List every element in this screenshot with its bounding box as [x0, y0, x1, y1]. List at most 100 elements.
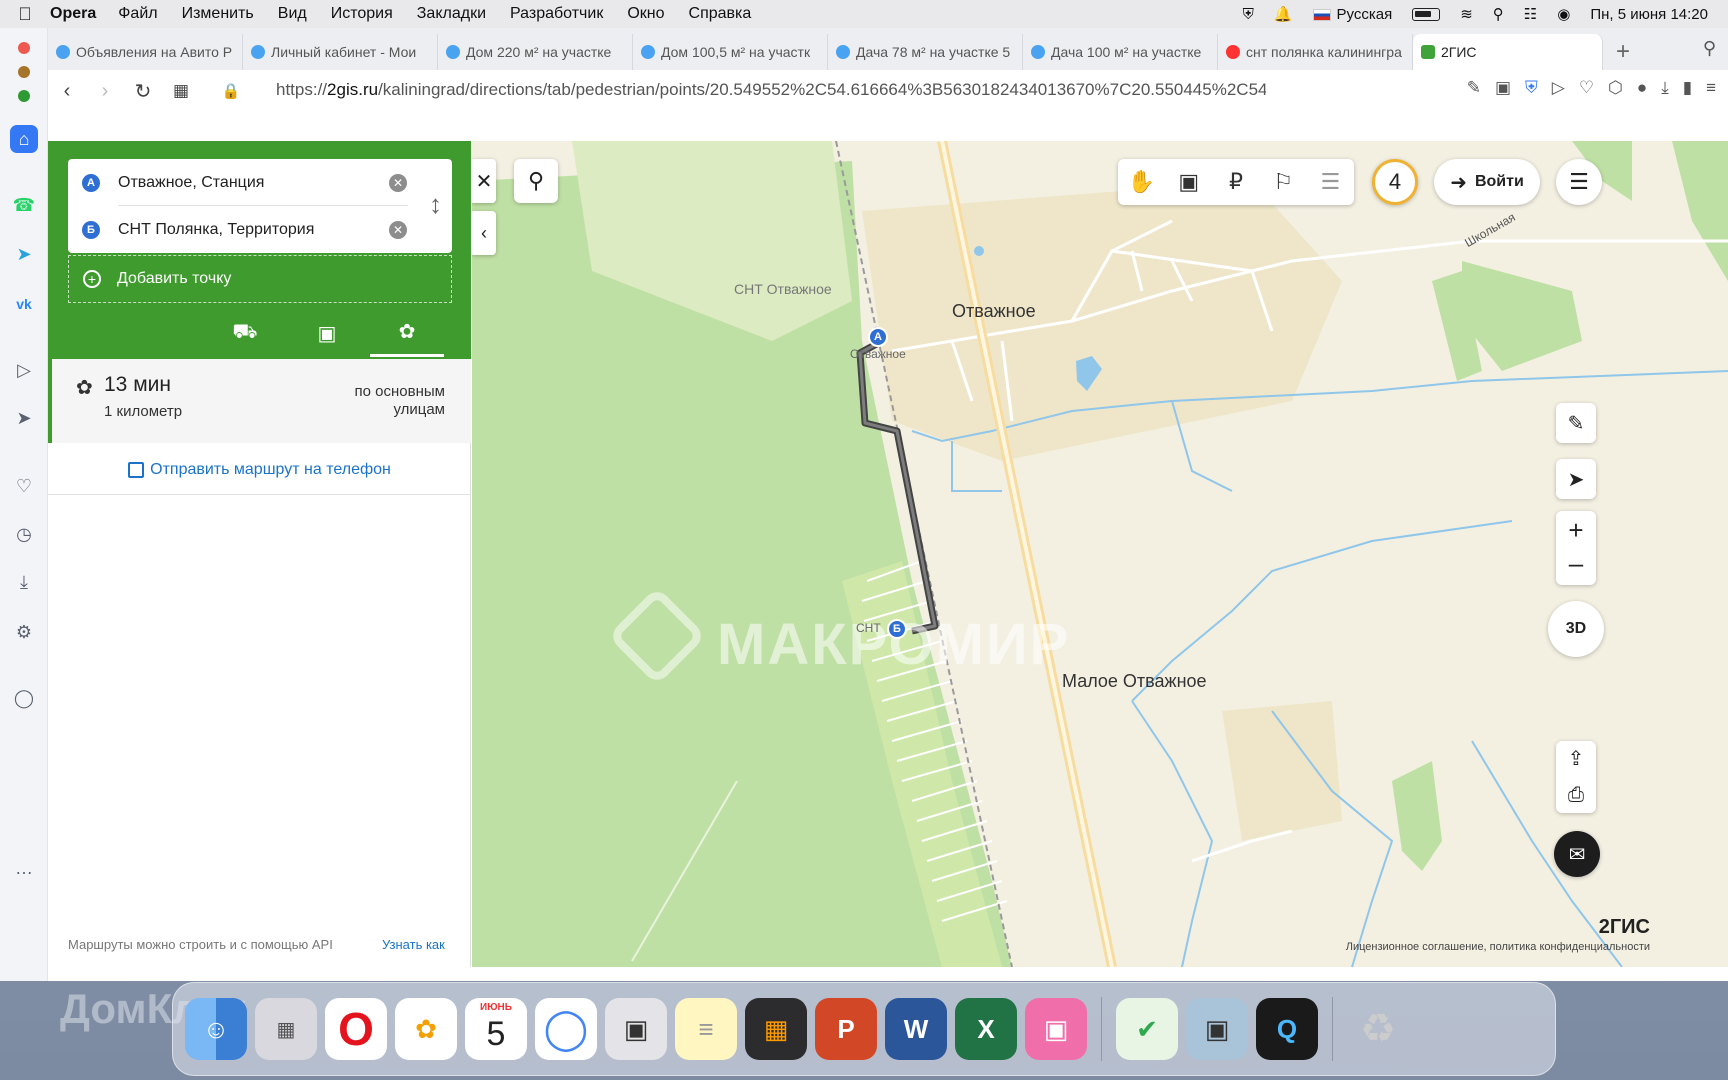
menu-help[interactable]: Справка: [689, 5, 752, 23]
tab-2gis[interactable]: 2ГИС: [1413, 34, 1603, 70]
point-b-input[interactable]: СНТ Полянка, Территория: [118, 221, 314, 239]
easy-setup-icon[interactable]: ≡: [1706, 78, 1716, 98]
send-icon[interactable]: ➤: [10, 404, 38, 432]
notifications-badge[interactable]: 4: [1372, 159, 1418, 205]
share-icon[interactable]: ⇪: [1568, 741, 1585, 777]
quicktime-icon[interactable]: Q: [1256, 998, 1318, 1060]
app-name[interactable]: Opera: [50, 5, 96, 23]
finder-icon[interactable]: ☺: [185, 998, 247, 1060]
tips-bulb-icon[interactable]: ◯: [10, 684, 38, 712]
collapse-panel-icon[interactable]: ‹: [472, 211, 496, 255]
print-icon[interactable]: ⎙: [1568, 777, 1584, 813]
add-point-button[interactable]: + Добавить точку: [68, 255, 452, 303]
license-link[interactable]: Лицензионное соглашение, политика конфид…: [1346, 941, 1650, 953]
api-learn-more-link[interactable]: Узнать как: [382, 937, 445, 952]
close-route-icon[interactable]: ✕: [472, 159, 496, 203]
bus-mode-icon[interactable]: ▣: [290, 309, 364, 357]
chat-bubble-icon[interactable]: ✉: [1554, 831, 1600, 877]
preview-icon[interactable]: ▣: [1186, 998, 1248, 1060]
forward-button[interactable]: ›: [86, 80, 124, 103]
tab-house-220[interactable]: Дом 220 м² на участке: [438, 34, 633, 70]
control-center-icon[interactable]: ☷: [1524, 5, 1537, 23]
route-result[interactable]: ✿ 13 мин 1 километр по основным улицам: [48, 359, 471, 443]
battery-icon[interactable]: [1412, 7, 1441, 21]
launchpad-icon[interactable]: ▦: [255, 998, 317, 1060]
point-b-row[interactable]: Б СНТ Полянка, Территория ✕: [68, 206, 452, 253]
map-canvas[interactable]: МАКРОМИР Отважное Малое Отважное СНТ Отв…: [472, 141, 1728, 967]
favorites-heart-icon[interactable]: ♡: [10, 472, 38, 500]
more-icon[interactable]: …: [10, 854, 38, 882]
clear-point-a-icon[interactable]: ✕: [389, 173, 407, 192]
siri-icon[interactable]: ◉: [1557, 5, 1570, 23]
menu-edit[interactable]: Изменить: [182, 5, 254, 23]
opera-icon[interactable]: O: [325, 998, 387, 1060]
notes-icon[interactable]: ≡: [675, 998, 737, 1060]
tab-avito-account[interactable]: Личный кабинет - Мои: [243, 34, 438, 70]
cleanmymac-icon[interactable]: ▣: [1025, 998, 1087, 1060]
hand-icon[interactable]: ✋: [1118, 158, 1165, 206]
tab-dacha-78[interactable]: Дача 78 м² на участке 5: [828, 34, 1023, 70]
close-window-button[interactable]: [18, 42, 30, 54]
calculator-icon[interactable]: ▦: [745, 998, 807, 1060]
ruler-icon[interactable]: ✎: [1556, 403, 1596, 443]
reload-button[interactable]: ↻: [124, 79, 162, 104]
menu-file[interactable]: Файл: [118, 5, 157, 23]
screenshot-camera-icon[interactable]: ▣: [605, 998, 667, 1060]
menu-bookmarks[interactable]: Закладки: [417, 5, 486, 23]
tab-avito[interactable]: Объявления на Авито Р: [48, 34, 243, 70]
transport-bus-icon[interactable]: ▣: [1165, 158, 1212, 206]
whatsapp-icon[interactable]: ☎: [10, 191, 38, 219]
menubar-clock[interactable]: Пн, 5 июня 14:20: [1590, 6, 1708, 23]
point-a-input[interactable]: Отважное, Станция: [118, 174, 264, 192]
send-route-to-phone-link[interactable]: Отправить маршрут на телефон: [48, 445, 471, 495]
trash-icon[interactable]: ♻: [1347, 998, 1409, 1060]
menu-developer[interactable]: Разработчик: [510, 5, 603, 23]
download-icon[interactable]: ⤓: [1661, 78, 1669, 98]
route-end-marker[interactable]: Б: [887, 619, 907, 639]
layers-icon[interactable]: ☰: [1307, 158, 1354, 206]
calendar-icon[interactable]: ИЮНЬ 5: [465, 998, 527, 1060]
adguard-shield-icon[interactable]: ✔: [1116, 998, 1178, 1060]
zoom-in-button[interactable]: +: [1568, 512, 1583, 548]
my-location-icon[interactable]: ➤: [1556, 459, 1596, 499]
signpost-icon[interactable]: ⚐: [1260, 158, 1307, 206]
menu-window[interactable]: Окно: [627, 5, 664, 23]
new-tab-button[interactable]: +: [1603, 34, 1643, 70]
player-icon[interactable]: ▷: [10, 356, 38, 384]
back-button[interactable]: ‹: [48, 80, 86, 103]
apple-icon[interactable]: : [0, 4, 50, 25]
word-icon[interactable]: W: [885, 998, 947, 1060]
vpn-shield-icon[interactable]: ⛨: [1525, 78, 1538, 98]
tab-grid-icon[interactable]: ▦: [162, 81, 200, 101]
battery-saver-icon[interactable]: ▮: [1683, 78, 1692, 98]
map-search-icon[interactable]: ⚲: [514, 159, 558, 203]
send-flow-icon[interactable]: ▷: [1552, 78, 1565, 98]
tab-house-100[interactable]: Дом 100,5 м² на участк: [633, 34, 828, 70]
zoom-window-button[interactable]: [18, 90, 30, 102]
powerpoint-icon[interactable]: P: [815, 998, 877, 1060]
menu-view[interactable]: Вид: [278, 5, 307, 23]
downloads-icon[interactable]: ⤓: [10, 568, 38, 596]
vk-icon[interactable]: vk: [10, 290, 38, 318]
settings-gear-icon[interactable]: ⚙: [10, 618, 38, 646]
route-start-marker[interactable]: А: [868, 327, 888, 347]
car-mode-icon[interactable]: ⛟: [208, 309, 282, 357]
point-a-row[interactable]: А Отважное, Станция ✕: [68, 159, 452, 206]
menu-hamburger-icon[interactable]: ☰: [1556, 159, 1602, 205]
pedestrian-mode-icon[interactable]: ✿: [370, 309, 444, 357]
notification-bell-icon[interactable]: 🔔: [1274, 5, 1293, 23]
swap-points-icon[interactable]: ↕: [429, 189, 442, 220]
telegram-icon[interactable]: ➤: [10, 240, 38, 268]
chrome-icon[interactable]: ◯: [535, 998, 597, 1060]
zoom-out-button[interactable]: –: [1569, 548, 1583, 584]
wifi-icon[interactable]: ≋: [1460, 5, 1473, 23]
tab-search-icon[interactable]: ⚲: [1703, 38, 1716, 59]
input-language[interactable]: Русская: [1312, 6, 1392, 23]
lock-icon[interactable]: 🔒: [212, 82, 250, 100]
3d-compass-button[interactable]: 3D: [1548, 601, 1604, 657]
photos-icon[interactable]: ✿: [395, 998, 457, 1060]
bookmark-heart-icon[interactable]: ♡: [1579, 78, 1594, 98]
shield-icon[interactable]: ⛨: [1243, 6, 1254, 23]
login-button[interactable]: ➜ Войти: [1434, 159, 1540, 205]
extensions-cube-icon[interactable]: ⬡: [1608, 78, 1623, 98]
